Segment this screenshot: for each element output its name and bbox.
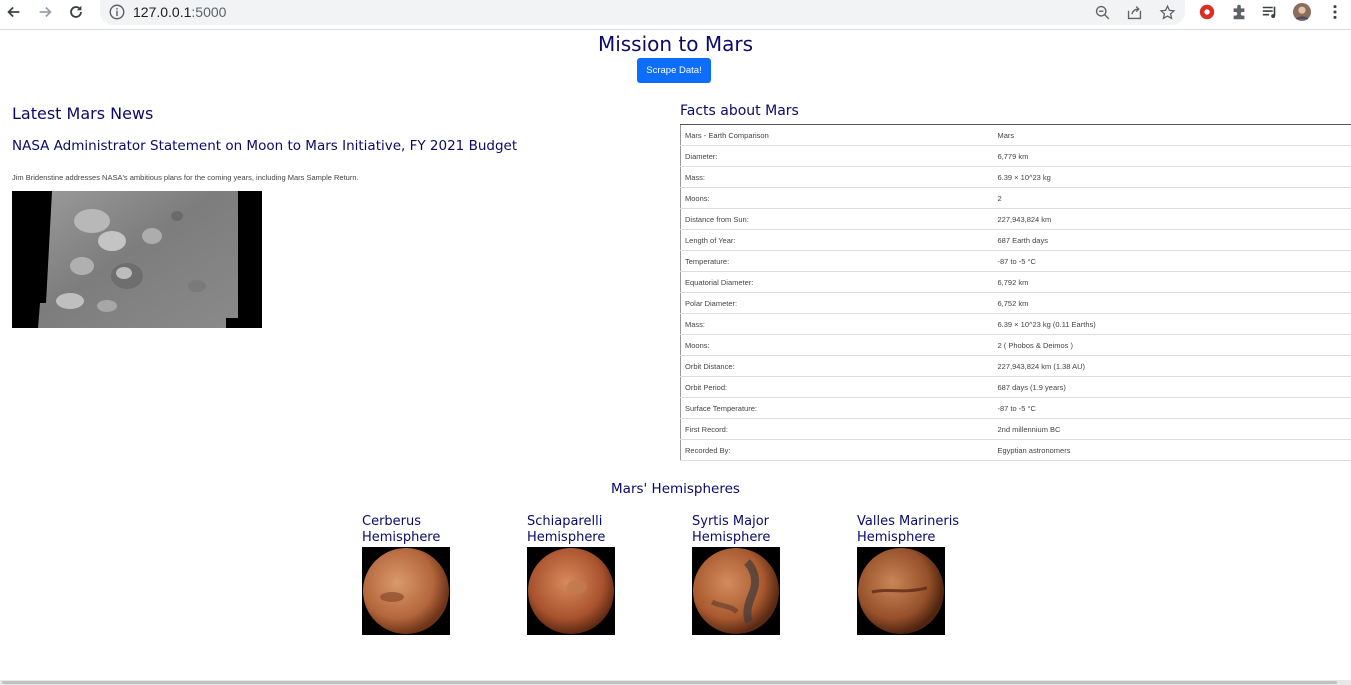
fact-value: 227,943,824 km (1.38 AU) xyxy=(993,355,1351,377)
fact-label: Surface Temperature: xyxy=(680,397,994,419)
facts-row: Temperature: -87 to -5 °C xyxy=(680,250,1351,272)
hemisphere-name: Schiaparelli Hemisphere xyxy=(527,514,606,545)
fact-value: 2 xyxy=(993,187,1351,209)
fact-value: 2 ( Phobos & Deimos ) xyxy=(993,334,1351,356)
fact-label: Orbit Period: xyxy=(680,376,994,398)
facts-row: Length of Year: 687 Earth days xyxy=(680,229,1351,251)
fact-value: 6,752 km xyxy=(993,292,1351,314)
fact-label: First Record: xyxy=(680,418,994,440)
facts-row: First Record: 2nd millennium BC xyxy=(680,418,1351,440)
fact-value: 6.39 × 10^23 kg (0.11 Earths) xyxy=(993,313,1351,335)
hemisphere-card-schiaparelli: Schiaparelli Hemisphere xyxy=(527,514,657,635)
fact-value: -87 to -5 °C xyxy=(993,250,1351,272)
facts-row: Moons: 2 xyxy=(680,187,1351,209)
news-paragraph: Jim Bridenstine addresses NASA's ambitio… xyxy=(12,173,359,182)
news-image xyxy=(12,191,262,328)
scrape-data-button[interactable]: Scrape Data! xyxy=(637,58,711,83)
bookmark-star-icon[interactable] xyxy=(1157,2,1177,22)
fact-label: Temperature: xyxy=(680,250,994,272)
fact-label: Moons: xyxy=(680,334,994,356)
hemisphere-image[interactable] xyxy=(857,547,945,635)
hemisphere-name: Cerberus Hemisphere xyxy=(362,514,441,545)
fact-label: Recorded By: xyxy=(680,439,994,461)
forward-button[interactable] xyxy=(32,0,58,24)
fact-label: Mass: xyxy=(680,166,994,188)
more-menu-icon[interactable] xyxy=(1324,1,1346,23)
fact-value: Egyptian astronomers xyxy=(993,439,1351,461)
hemisphere-name: Syrtis Major Hemisphere xyxy=(692,514,771,545)
url-text: 127.0.0.1:5000 xyxy=(133,4,226,20)
fact-label: Orbit Distance: xyxy=(680,355,994,377)
url-port: :5000 xyxy=(191,4,227,20)
back-button[interactable] xyxy=(1,0,27,24)
scrollbar-thumb[interactable] xyxy=(2,681,1337,684)
puzzle-extensions-icon[interactable] xyxy=(1228,1,1250,23)
fact-value: 227,943,824 km xyxy=(993,208,1351,230)
share-icon[interactable] xyxy=(1124,2,1144,22)
fact-label: Length of Year: xyxy=(680,229,994,251)
hemisphere-image[interactable] xyxy=(527,547,615,635)
hemispheres-heading: Mars' Hemispheres xyxy=(611,481,740,497)
fact-value: Mars xyxy=(993,124,1351,146)
url-host: 127.0.0.1 xyxy=(133,4,192,20)
facts-heading: Facts about Mars xyxy=(680,103,799,119)
hemisphere-card-syrtis-major: Syrtis Major Hemisphere xyxy=(692,514,822,635)
facts-row: Recorded By: Egyptian astronomers xyxy=(680,439,1351,461)
hemisphere-image[interactable] xyxy=(362,547,450,635)
record-extension-icon[interactable] xyxy=(1196,1,1218,23)
fact-value: 6,792 km xyxy=(993,271,1351,293)
reload-icon xyxy=(70,5,82,18)
avatar[interactable] xyxy=(1291,1,1313,23)
forward-arrow-icon xyxy=(39,6,52,18)
fact-value: 6,779 km xyxy=(993,145,1351,167)
facts-row: Orbit Period: 687 days (1.9 years) xyxy=(680,376,1351,398)
hemisphere-card-valles-marineris: Valles Marineris Hemisphere xyxy=(857,514,987,635)
facts-row: Polar Diameter: 6,752 km xyxy=(680,292,1351,314)
back-arrow-icon xyxy=(7,6,20,18)
fact-label: Mars - Earth Comparison xyxy=(680,124,994,146)
hemisphere-image[interactable] xyxy=(692,547,780,635)
page-title: Mission to Mars xyxy=(597,32,754,56)
facts-row: Distance from Sun: 227,943,824 km xyxy=(680,208,1351,230)
fact-value: 6.39 × 10^23 kg xyxy=(993,166,1351,188)
zoom-icon[interactable] xyxy=(1092,2,1112,22)
fact-label: Mass: xyxy=(680,313,994,335)
fact-value: 2nd millennium BC xyxy=(993,418,1351,440)
fact-value: -87 to -5 °C xyxy=(993,397,1351,419)
browser-toolbar: 127.0.0.1:5000 xyxy=(0,0,1351,30)
news-title: NASA Administrator Statement on Moon to … xyxy=(12,138,518,154)
fact-value: 687 days (1.9 years) xyxy=(993,376,1351,398)
fact-label: Equatorial Diameter: xyxy=(680,271,994,293)
facts-table: Mars - Earth Comparison Mars Diameter: 6,77… xyxy=(680,124,1351,461)
facts-row: Equatorial Diameter: 6,792 km xyxy=(680,271,1351,293)
fact-value: 687 Earth days xyxy=(993,229,1351,251)
facts-row: Diameter: 6,779 km xyxy=(680,145,1351,167)
reload-button[interactable] xyxy=(63,0,89,24)
facts-row: Mars - Earth Comparison Mars xyxy=(680,124,1351,146)
news-heading: Latest Mars News xyxy=(12,104,154,123)
hemisphere-card-cerberus: Cerberus Hemisphere xyxy=(362,514,492,635)
fact-label: Diameter: xyxy=(680,145,994,167)
fact-label: Moons: xyxy=(680,187,994,209)
hemisphere-name: Valles Marineris Hemisphere xyxy=(857,514,960,545)
facts-row: Surface Temperature: -87 to -5 °C xyxy=(680,397,1351,419)
fact-label: Polar Diameter: xyxy=(680,292,994,314)
media-playlist-icon[interactable] xyxy=(1259,1,1281,23)
info-icon xyxy=(109,4,125,20)
fact-label: Distance from Sun: xyxy=(680,208,994,230)
facts-row: Moons: 2 ( Phobos & Deimos ) xyxy=(680,334,1351,356)
address-bar[interactable]: 127.0.0.1:5000 xyxy=(100,0,1185,25)
facts-row: Mass: 6.39 × 10^23 kg xyxy=(680,166,1351,188)
facts-row: Mass: 6.39 × 10^23 kg (0.11 Earths) xyxy=(680,313,1351,335)
horizontal-scrollbar[interactable] xyxy=(0,680,1351,685)
facts-row: Orbit Distance: 227,943,824 km (1.38 AU) xyxy=(680,355,1351,377)
